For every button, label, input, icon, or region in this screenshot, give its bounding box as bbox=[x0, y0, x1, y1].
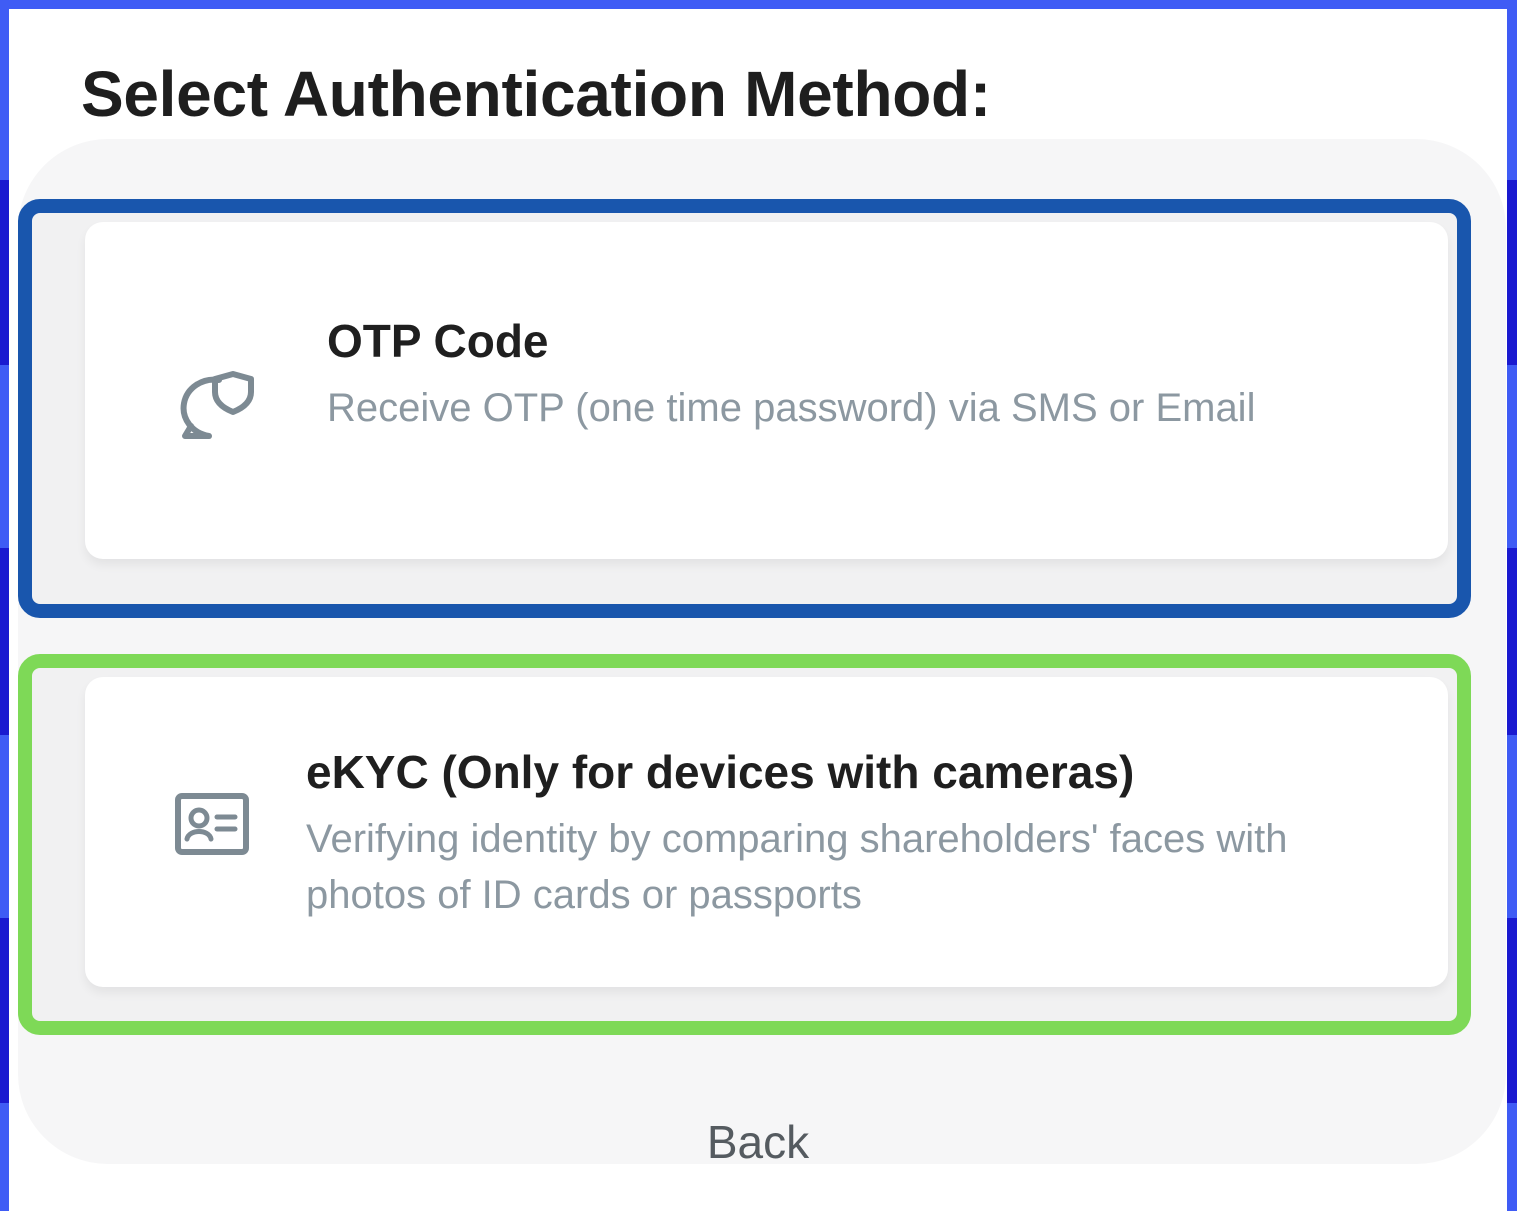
otp-option-description: Receive OTP (one time password) via SMS … bbox=[327, 386, 1256, 430]
chat-shield-icon bbox=[180, 371, 254, 439]
ekyc-option-card[interactable]: eKYC (Only for devices with cameras) Ver… bbox=[85, 677, 1448, 987]
ekyc-option-title: eKYC (Only for devices with cameras) bbox=[306, 746, 1135, 798]
id-card-icon bbox=[175, 793, 249, 855]
back-button[interactable]: Back bbox=[9, 1115, 1507, 1169]
otp-option-card[interactable]: OTP Code Receive OTP (one time password)… bbox=[85, 222, 1448, 559]
ekyc-option-description: Verifying identity by comparing sharehol… bbox=[306, 817, 1288, 917]
auth-method-panel: Select Authentication Method: OTP Code R… bbox=[9, 9, 1507, 1211]
page-title: Select Authentication Method: bbox=[81, 58, 991, 130]
otp-option-title: OTP Code bbox=[327, 315, 549, 367]
